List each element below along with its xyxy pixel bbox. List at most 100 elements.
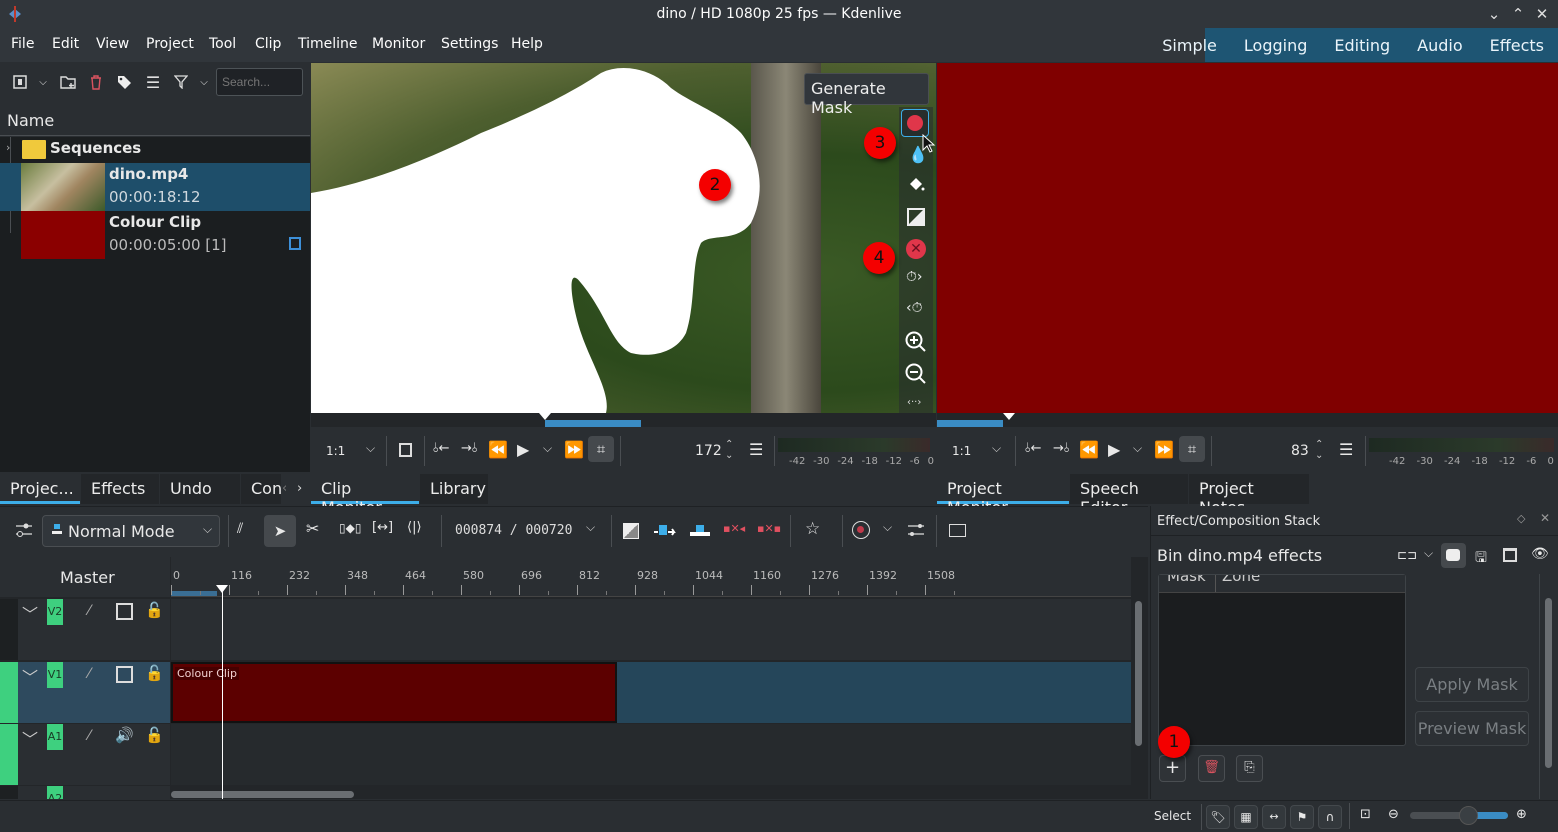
timeline-zone[interactable]: [171, 591, 217, 596]
monitor-menu-icon[interactable]: ☰: [749, 440, 763, 459]
ripple-tool-icon[interactable]: ▯◆▯: [339, 521, 361, 535]
track-lane-v1[interactable]: Colour Clip: [171, 662, 1131, 723]
crop-icon[interactable]: ⌗: [588, 436, 614, 462]
timeline-ruler[interactable]: 0 116 232 348 464 580 696 812 928 1044 1160 1276 139…: [171, 557, 1131, 597]
film-toggle-icon[interactable]: ▦: [1234, 805, 1258, 829]
clip-monitor-video[interactable]: Generate Mask 💧 ✕ ⏱› ‹⏱ ‹··›: [311, 63, 936, 413]
tab-undo[interactable]: Undo ...: [160, 474, 240, 517]
layout-effects[interactable]: Effects: [1490, 36, 1544, 55]
playhead-marker[interactable]: [1003, 413, 1015, 420]
fast-forward-icon[interactable]: ⏩: [1154, 440, 1174, 459]
marker-flag-icon[interactable]: ⚑: [1290, 805, 1314, 829]
layout-editing[interactable]: Editing: [1334, 36, 1390, 55]
set-out-point-icon[interactable]: →⫰: [461, 441, 478, 456]
track-settings-icon[interactable]: [14, 521, 34, 539]
apply-mask-button[interactable]: Apply Mask: [1415, 667, 1529, 702]
clip-row-colour[interactable]: Colour Clip 00:00:05:00 [1]: [0, 211, 310, 259]
tab-compositions[interactable]: Con: [241, 474, 281, 504]
master-label[interactable]: Master: [60, 568, 115, 587]
chevron-down-icon[interactable]: ⌵: [1133, 441, 1142, 456]
monitor-menu-icon[interactable]: ☰: [1339, 440, 1353, 459]
frame-counter[interactable]: 83: [1291, 443, 1309, 459]
film-icon[interactable]: [116, 666, 133, 683]
zoom-out-icon[interactable]: ⊖: [1388, 807, 1399, 822]
track-lane-a1[interactable]: [171, 724, 1131, 785]
chevron-down-icon[interactable]: ⌵: [1424, 546, 1433, 561]
delete-icon[interactable]: [88, 74, 104, 90]
frame-counter[interactable]: 172: [695, 443, 722, 459]
play-icon[interactable]: ▶: [517, 440, 529, 459]
zone-bar[interactable]: [937, 420, 1003, 427]
column-mask[interactable]: Mask: [1167, 575, 1206, 585]
tab-library[interactable]: Library: [420, 474, 488, 504]
lock-icon[interactable]: 🔓: [145, 601, 164, 619]
track-header-a2[interactable]: A2: [0, 786, 170, 799]
spacer-tool-icon[interactable]: ⫽: [237, 521, 243, 537]
menu-edit[interactable]: Edit: [52, 36, 79, 52]
timeline-vertical-scrollbar[interactable]: [1135, 601, 1142, 746]
timeline-horizontal-scrollbar[interactable]: [171, 791, 354, 798]
effects-wand-icon[interactable]: ⁄: [88, 728, 90, 744]
track-header-v1[interactable]: ﹀ V1 ⁄ 🔓: [0, 662, 170, 723]
import-mask-button[interactable]: ⎘: [1236, 755, 1263, 782]
paint-bucket-icon[interactable]: [907, 175, 925, 193]
track-header-a1[interactable]: ﹀ A1 ⁄ 🔊 🔓: [0, 724, 170, 785]
menu-clip[interactable]: Clip: [255, 36, 281, 52]
chevron-down-icon[interactable]: ⌵: [883, 520, 892, 535]
project-monitor-ruler[interactable]: [937, 413, 1558, 427]
tab-scroll-right-icon[interactable]: ›: [297, 481, 302, 496]
zoom-slider[interactable]: [1410, 806, 1508, 825]
track-name[interactable]: V2: [47, 599, 63, 625]
slip-tool-icon[interactable]: [↔]: [372, 520, 393, 535]
add-clip-icon[interactable]: [12, 74, 28, 90]
set-out-point-icon[interactable]: →⫰: [1053, 441, 1070, 456]
subtitle-icon[interactable]: [949, 524, 966, 537]
tab-speech-editor[interactable]: Speech Editor: [1070, 474, 1188, 517]
float-panel-icon[interactable]: ◇: [1517, 512, 1525, 525]
select-tool-icon[interactable]: ➤: [264, 515, 296, 547]
zone-bar[interactable]: [545, 420, 641, 427]
menu-timeline[interactable]: Timeline: [298, 36, 358, 52]
tab-project-bin[interactable]: Projec...: [0, 474, 80, 504]
prev-keyframe-icon[interactable]: ‹⏱: [906, 300, 923, 316]
track-name[interactable]: V1: [47, 662, 63, 688]
track-header-v2[interactable]: ﹀ V2 ⁄ 🔓: [0, 599, 170, 660]
record-audio-icon[interactable]: [852, 521, 870, 539]
layout-logging[interactable]: Logging: [1244, 36, 1307, 55]
chevron-down-icon[interactable]: ⌵: [543, 441, 552, 456]
eye-icon[interactable]: 👁: [1531, 546, 1549, 562]
zoom-select[interactable]: 1:1: [952, 444, 971, 458]
menu-project[interactable]: Project: [146, 36, 194, 52]
timecode-display[interactable]: 000874 / 000720: [455, 523, 572, 538]
generate-mask-record-icon[interactable]: [901, 109, 929, 137]
bin-column-header[interactable]: Name: [0, 106, 310, 136]
more-icon[interactable]: ‹··›: [907, 397, 921, 408]
add-mask-button[interactable]: +: [1159, 755, 1186, 782]
maximize-button[interactable]: ⌃: [1508, 4, 1528, 24]
edit-mode-select[interactable]: Normal Mode ⌵: [42, 515, 220, 547]
fullscreen-icon[interactable]: [399, 443, 412, 457]
add-folder-icon[interactable]: [60, 74, 76, 90]
collapse-icon[interactable]: ﹀: [22, 726, 38, 750]
clip-monitor-ruler[interactable]: [311, 413, 936, 427]
chevron-down-icon[interactable]: ⌵: [586, 520, 595, 535]
zoom-slider-handle[interactable]: [1458, 806, 1478, 825]
timeline-clip-colour[interactable]: Colour Clip: [171, 662, 617, 723]
menu-settings[interactable]: Settings: [441, 36, 498, 52]
zoom-in-icon[interactable]: [905, 331, 927, 353]
clear-mask-icon[interactable]: ✕: [906, 239, 926, 259]
menu-file[interactable]: File: [11, 36, 34, 52]
bin-search-input[interactable]: [216, 68, 303, 96]
link-icon[interactable]: ⊏⊐: [1397, 548, 1417, 562]
snap-magnet-icon[interactable]: ∩: [1318, 805, 1342, 829]
rewind-icon[interactable]: ⏪: [1079, 440, 1099, 459]
tag-toggle-icon[interactable]: 🏷: [1206, 805, 1230, 829]
chevron-down-icon[interactable]: ⌵: [197, 74, 211, 90]
zoom-in-icon[interactable]: ⊕: [1516, 807, 1527, 822]
timeline-playhead[interactable]: [216, 585, 228, 799]
play-icon[interactable]: ▶: [1108, 440, 1120, 459]
minimize-button[interactable]: ⌄: [1484, 4, 1504, 24]
tab-clip-monitor[interactable]: Clip Monitor: [311, 474, 419, 517]
clip-row-dino[interactable]: dino.mp4 00:00:18:12: [0, 163, 310, 211]
tab-project-notes[interactable]: Project Notes: [1189, 474, 1309, 517]
